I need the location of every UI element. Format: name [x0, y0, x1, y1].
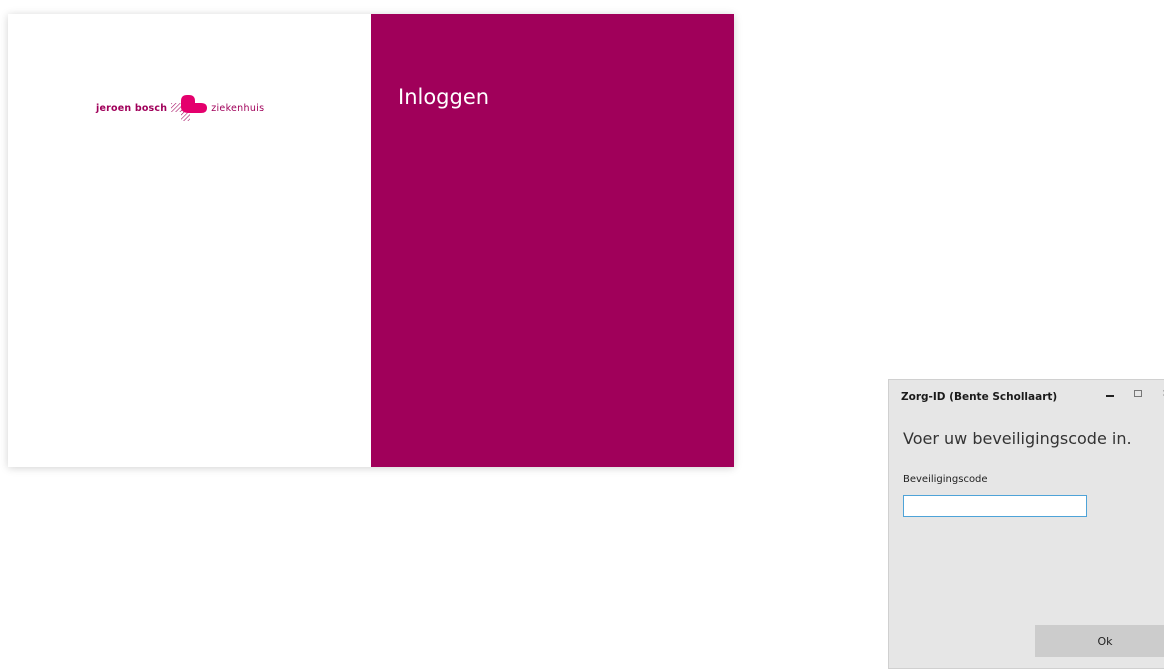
- logo-text-jeroen-bosch: Jeroen Bosch: [96, 102, 168, 114]
- close-button[interactable]: ×: [1155, 384, 1164, 402]
- security-code-label: Beveiligingscode: [903, 474, 988, 485]
- login-right-panel: Inloggen: [371, 14, 734, 467]
- dialog-titlebar[interactable]: Zorg-ID (Bente Schollaart) ×: [889, 380, 1164, 414]
- security-code-input[interactable]: [903, 495, 1087, 517]
- page-title: Inloggen: [398, 85, 490, 109]
- security-code-dialog: Zorg-ID (Bente Schollaart) × Voer uw bev…: [888, 379, 1164, 669]
- login-left-panel: Jeroen Bosch ziekenhuis: [8, 14, 371, 467]
- maximize-button[interactable]: [1127, 384, 1149, 402]
- login-card: Jeroen Bosch ziekenhuis Inloggen: [8, 14, 734, 467]
- heart-cross-logo-icon: [171, 95, 208, 121]
- minimize-icon: [1106, 395, 1114, 397]
- ok-button[interactable]: Ok: [1035, 625, 1164, 657]
- dialog-heading: Voer uw beveiligingscode in.: [903, 429, 1132, 448]
- dialog-title: Zorg-ID (Bente Schollaart): [901, 391, 1058, 403]
- logo-text-ziekenhuis: ziekenhuis: [211, 102, 265, 114]
- minimize-button[interactable]: [1099, 384, 1121, 402]
- hospital-logo: Jeroen Bosch ziekenhuis: [96, 95, 264, 121]
- maximize-icon: [1134, 389, 1142, 397]
